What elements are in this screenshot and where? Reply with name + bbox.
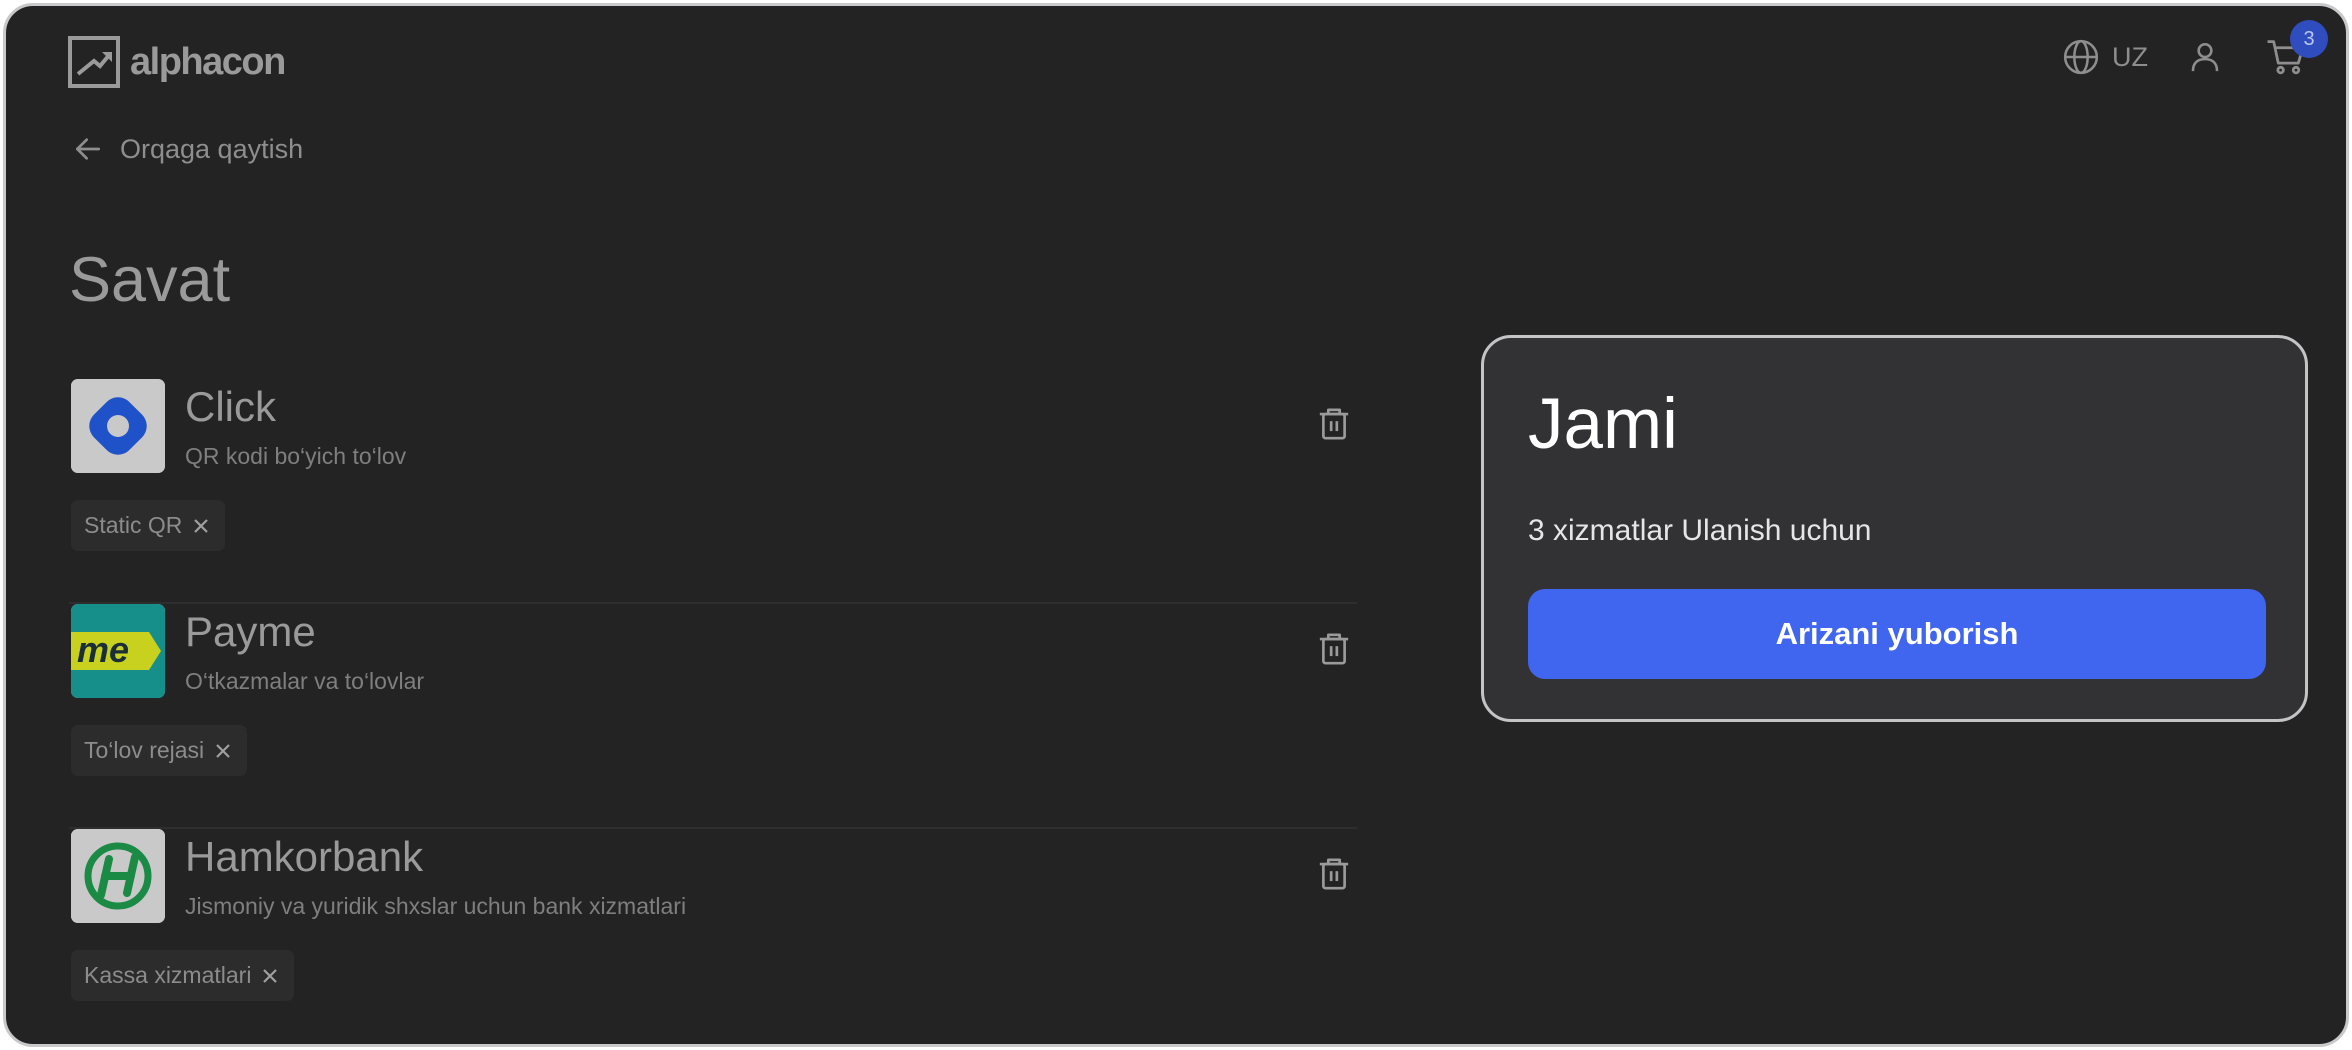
item-description: QR kodi bo‘yich to‘lov xyxy=(185,443,407,469)
trash-icon xyxy=(1319,633,1349,665)
back-link[interactable]: Orqaga qaytish xyxy=(72,133,303,165)
service-tag-label: Static QR xyxy=(84,512,183,538)
item-name: Click xyxy=(185,383,276,430)
cart-item-click: Click QR kodi bo‘yich to‘lov Static QR xyxy=(69,379,1357,604)
service-tag: Static QR xyxy=(71,500,226,551)
close-icon[interactable] xyxy=(192,517,210,535)
summary-text: 3 xizmatlar Ulanish uchun xyxy=(1528,514,1872,547)
delete-button[interactable] xyxy=(1317,855,1351,893)
arrow-left-icon xyxy=(76,138,100,160)
back-link-label: Orqaga qaytish xyxy=(120,133,304,164)
service-tag: To‘lov rejasi xyxy=(71,725,248,776)
cart-button[interactable]: 3 xyxy=(2266,20,2328,76)
item-name: Payme xyxy=(185,608,316,655)
submit-application-button[interactable]: Arizani yuborish xyxy=(1528,589,2266,679)
service-tag: Kassa xizmatlari xyxy=(71,950,295,1001)
item-description: O‘tkazmalar va to‘lovlar xyxy=(185,668,425,694)
cart-list: Click QR kodi bo‘yich to‘lov Static QR m… xyxy=(69,379,1357,1044)
page-title: Savat xyxy=(69,245,231,315)
payme-logo-icon: me xyxy=(71,604,165,698)
trash-icon xyxy=(1319,858,1349,890)
cart-count-badge: 3 xyxy=(2290,20,2328,58)
item-description: Jismoniy va yuridik shxslar uchun bank x… xyxy=(185,893,687,919)
svg-text:me: me xyxy=(77,629,129,670)
delete-button[interactable] xyxy=(1317,630,1351,668)
app-window: alphacon UZ 3 Orqaga qaytish Savat Click… xyxy=(3,3,2349,1047)
logo-icon xyxy=(68,36,120,88)
summary-card: Jami 3 xizmatlar Ulanish uchun Arizani y… xyxy=(1481,335,2308,722)
service-tag-label: To‘lov rejasi xyxy=(84,737,205,763)
cart-item-hamkorbank: Hamkorbank Jismoniy va yuridik shxslar u… xyxy=(69,829,1357,1044)
header-actions: UZ 3 xyxy=(2062,20,2328,76)
close-icon[interactable] xyxy=(214,742,232,760)
service-tag-label: Kassa xizmatlari xyxy=(84,962,252,988)
trash-icon xyxy=(1319,408,1349,440)
brand-logo[interactable]: alphacon xyxy=(68,36,286,88)
delete-button[interactable] xyxy=(1317,405,1351,443)
globe-icon xyxy=(2063,39,2099,75)
user-button[interactable] xyxy=(2188,38,2222,76)
user-icon xyxy=(2191,42,2219,72)
summary-title: Jami xyxy=(1528,385,1678,464)
close-icon[interactable] xyxy=(261,967,279,985)
logo-text: alphacon xyxy=(130,40,286,83)
language-label: UZ xyxy=(2112,41,2148,72)
language-switcher[interactable]: UZ xyxy=(2062,38,2148,76)
click-logo-icon xyxy=(71,379,165,473)
item-name: Hamkorbank xyxy=(185,833,424,880)
cart-item-payme: me Payme O‘tkazmalar va to‘lovlar To‘lov… xyxy=(69,604,1357,829)
hamkorbank-logo-icon xyxy=(71,829,165,923)
